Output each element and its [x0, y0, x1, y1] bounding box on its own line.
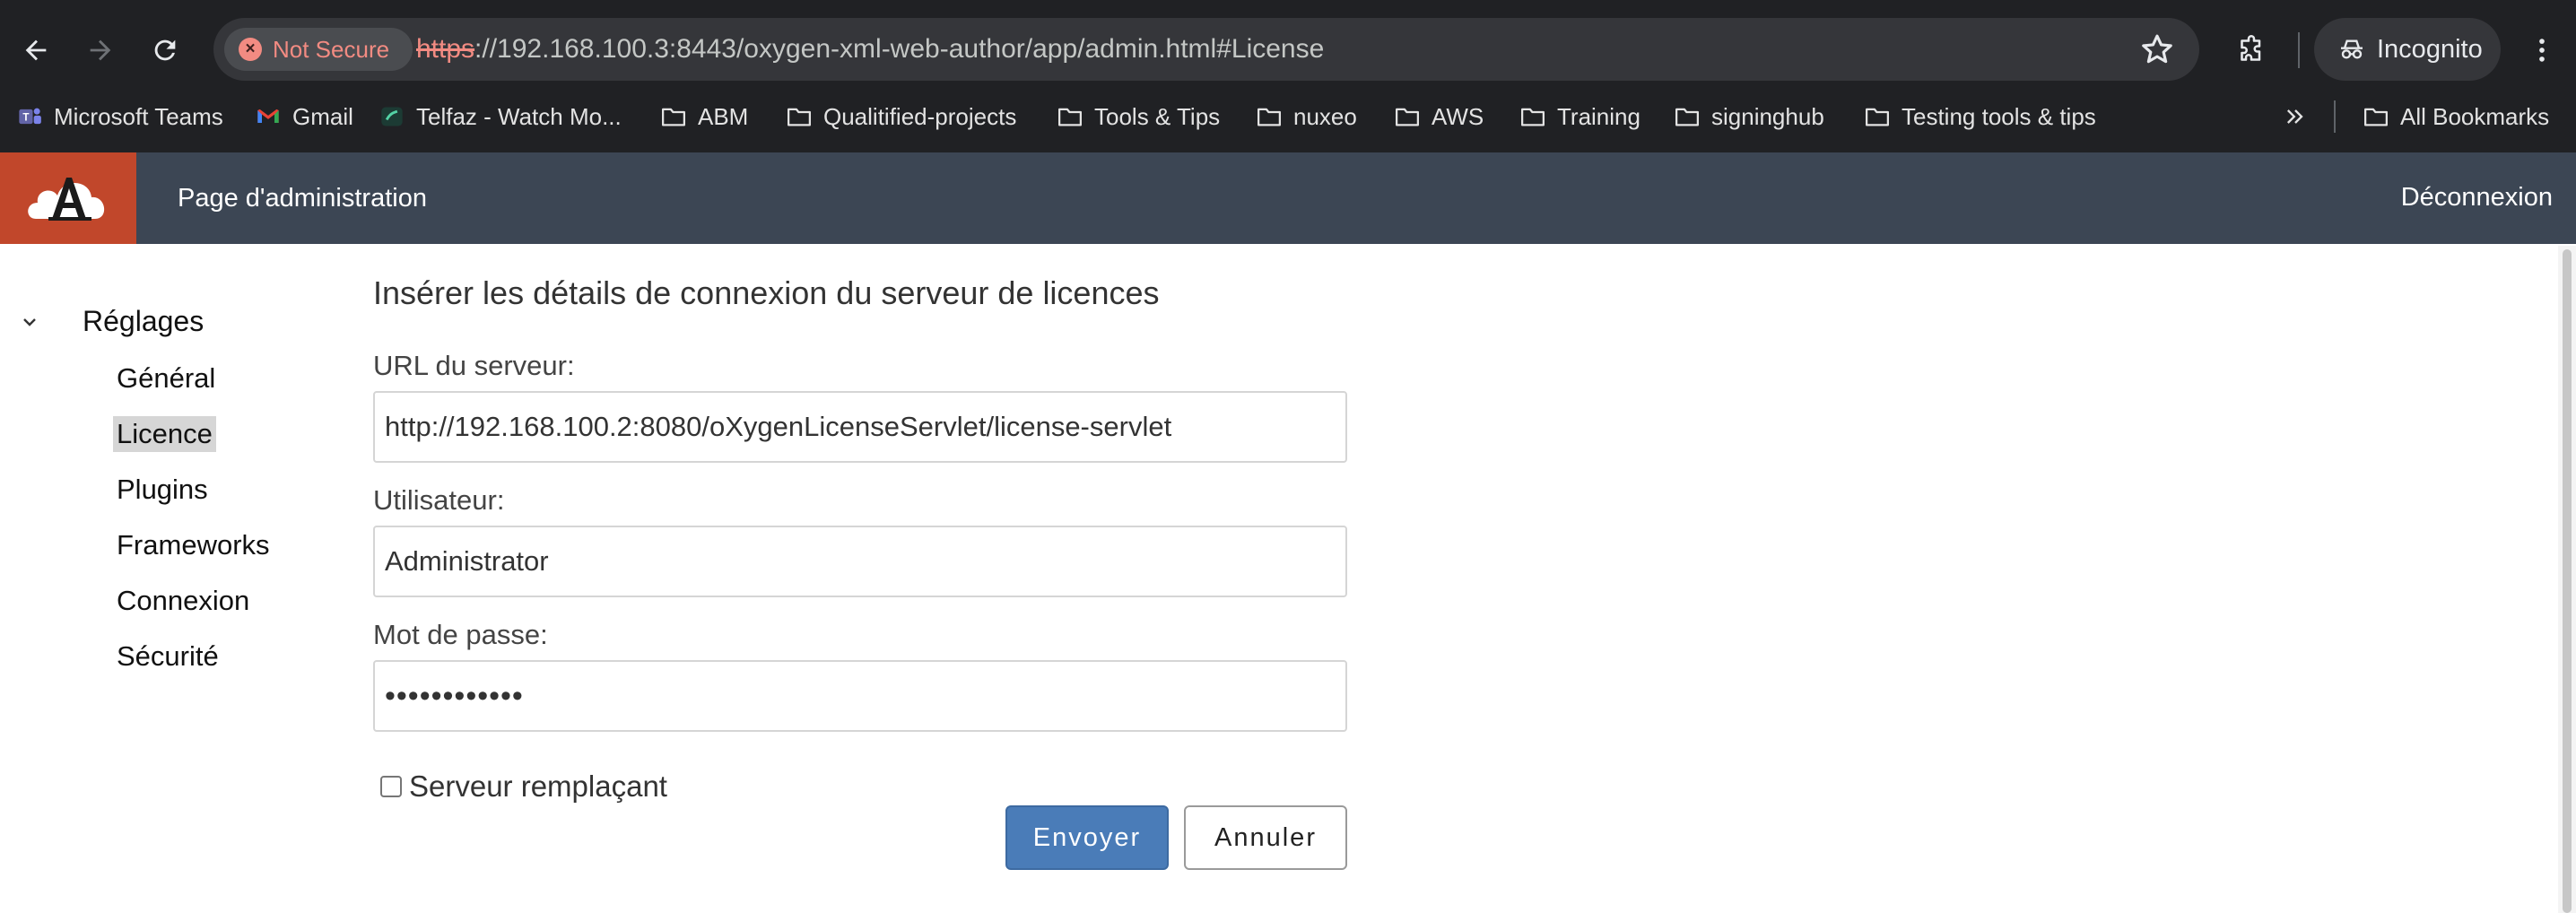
incognito-icon: [2341, 39, 2363, 59]
extensions-icon: [2241, 35, 2261, 61]
bookmark-label: Qualitified-projects: [823, 102, 1017, 130]
user-input[interactable]: [373, 526, 1347, 597]
folder-icon: [786, 103, 813, 130]
teams-icon: T: [16, 103, 43, 130]
bookmarks-bar: T Microsoft Teams Gmail Telfaz - Watch M…: [0, 95, 2576, 138]
back-arrow-icon: [25, 39, 47, 61]
url-scheme: https: [416, 34, 475, 64]
bookmark-gmail[interactable]: Gmail: [255, 95, 353, 138]
app-logo[interactable]: [0, 152, 136, 244]
incognito-badge[interactable]: Incognito: [2314, 18, 2501, 81]
logout-link[interactable]: Déconnexion: [2401, 152, 2553, 244]
reload-icon: [154, 39, 176, 61]
forward-arrow-icon: [90, 39, 111, 61]
folder-icon: [1394, 103, 1421, 130]
form-title: Insérer les détails de connexion du serv…: [373, 274, 1160, 311]
password-input[interactable]: [373, 660, 1347, 732]
bookmark-folder-abm[interactable]: ABM: [660, 95, 748, 138]
bookmark-folder-tools[interactable]: Tools & Tips: [1057, 95, 1220, 138]
folder-icon: [1674, 103, 1701, 130]
back-button[interactable]: [5, 20, 66, 81]
extensions-button[interactable]: [2221, 20, 2282, 81]
page-scrollbar[interactable]: [2558, 246, 2576, 913]
bookmark-telfaz[interactable]: Telfaz - Watch Mo...: [379, 95, 622, 138]
backup-server-label[interactable]: Serveur remplaçant: [409, 770, 667, 804]
security-chip-label: Not Secure: [273, 35, 390, 63]
bookmark-folder-nuxeo[interactable]: nuxeo: [1256, 95, 1357, 138]
url-rest: ://192.168.100.3:8443/oxygen-xml-web-aut…: [474, 34, 1325, 64]
browser-menu-button[interactable]: [2517, 20, 2567, 81]
bookmark-label: AWS: [1432, 102, 1484, 130]
telfaz-icon: [379, 103, 405, 130]
bookmarks-overflow-button[interactable]: [2282, 95, 2319, 138]
browser-chrome: × Not Secure https://192.168.100.3:8443/…: [0, 0, 2576, 152]
backup-server-checkbox[interactable]: [380, 776, 402, 797]
server-url-label: URL du serveur:: [373, 350, 575, 381]
tree-collapse-toggle[interactable]: [16, 309, 43, 335]
sidebar-item-connexion[interactable]: Connexion: [113, 583, 253, 619]
folder-icon: [1057, 103, 1083, 130]
address-bar[interactable]: × Not Secure https://192.168.100.3:8443/…: [213, 18, 2199, 81]
backup-server-row[interactable]: Serveur remplaçant: [380, 770, 667, 804]
security-chip[interactable]: × Not Secure: [224, 28, 413, 71]
scrollbar-thumb[interactable]: [2563, 249, 2572, 913]
all-bookmarks-button[interactable]: All Bookmarks: [2363, 95, 2549, 138]
bookmark-folder-training[interactable]: Training: [1519, 95, 1640, 138]
folder-icon: [2363, 103, 2389, 130]
bookmark-label: Telfaz - Watch Mo...: [416, 102, 622, 130]
sidebar-item-licence[interactable]: Licence: [113, 416, 216, 452]
bookmark-microsoft-teams[interactable]: T Microsoft Teams: [16, 95, 223, 138]
bookmark-folder-qualitified[interactable]: Qualitified-projects: [786, 95, 1016, 138]
kebab-menu-icon: [2539, 39, 2545, 62]
bookmark-folder-aws[interactable]: AWS: [1394, 95, 1484, 138]
server-url-input[interactable]: [373, 391, 1347, 463]
bookmark-label: Training: [1557, 102, 1640, 130]
bookmark-label: Tools & Tips: [1094, 102, 1221, 130]
reload-button[interactable]: [135, 20, 196, 81]
sidebar-root-reglages[interactable]: Réglages: [83, 305, 204, 338]
incognito-label: Incognito: [2377, 34, 2483, 64]
gmail-icon: [255, 103, 282, 130]
bookmark-folder-signinghub[interactable]: signinghub: [1674, 95, 1824, 138]
chevron-down-icon: [23, 318, 36, 326]
sidebar-item-frameworks[interactable]: Frameworks: [113, 527, 274, 563]
bookmark-label: ABM: [698, 102, 749, 130]
oxygen-logo-icon: [28, 178, 105, 221]
bookmark-label: Microsoft Teams: [54, 102, 223, 130]
folder-icon: [1256, 103, 1283, 130]
url-text[interactable]: https://192.168.100.3:8443/oxygen-xml-we…: [416, 18, 1324, 81]
submit-button[interactable]: Envoyer: [1005, 805, 1169, 870]
svg-text:T: T: [22, 112, 29, 124]
sidebar-item-general[interactable]: Général: [113, 361, 219, 396]
all-bookmarks-label: All Bookmarks: [2400, 102, 2550, 130]
cancel-button[interactable]: Annuler: [1184, 805, 1347, 870]
sidebar-item-securite[interactable]: Sécurité: [113, 639, 222, 674]
warning-icon: ×: [239, 38, 262, 61]
bookmark-label: signinghub: [1711, 102, 1824, 130]
bookmark-folder-testing[interactable]: Testing tools & tips: [1864, 95, 2096, 138]
toolbar-divider: [2298, 32, 2300, 68]
star-icon[interactable]: [2138, 30, 2176, 68]
bookmark-label: Testing tools & tips: [1902, 102, 2096, 130]
sidebar-item-plugins[interactable]: Plugins: [113, 472, 212, 508]
bookmark-label: Gmail: [292, 102, 353, 130]
page-title: Page d'administration: [178, 184, 427, 213]
forward-button[interactable]: [70, 20, 131, 81]
password-label: Mot de passe:: [373, 619, 548, 650]
folder-icon: [1864, 103, 1891, 130]
folder-icon: [1519, 103, 1546, 130]
app-header: Page d'administration Déconnexion: [0, 152, 2576, 244]
chevron-double-right-icon: [2282, 103, 2309, 130]
bookmark-label: nuxeo: [1293, 102, 1357, 130]
user-label: Utilisateur:: [373, 484, 505, 516]
folder-icon: [660, 103, 687, 130]
bookmarks-divider: [2334, 100, 2336, 133]
